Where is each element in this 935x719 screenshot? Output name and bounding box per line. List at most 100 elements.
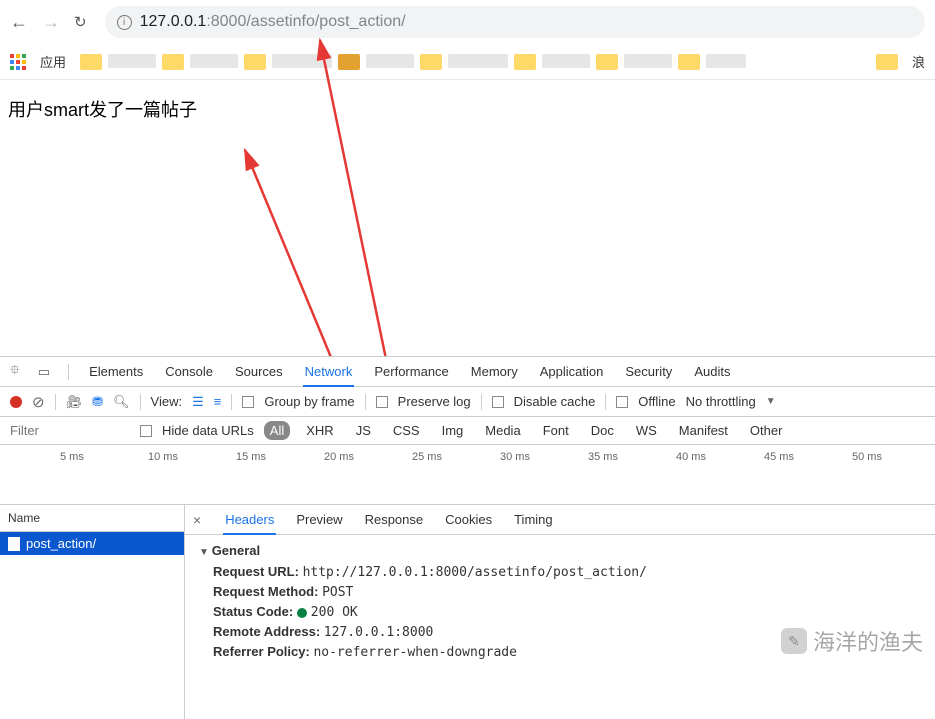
hide-data-urls-checkbox[interactable] <box>140 425 152 437</box>
bookmark-folder[interactable] <box>678 54 700 70</box>
filter-type-ws[interactable]: WS <box>630 421 663 440</box>
url-path: /assetinfo/post_action/ <box>246 13 405 30</box>
group-by-frame-checkbox[interactable] <box>242 396 254 408</box>
tab-sources[interactable]: Sources <box>233 358 285 385</box>
bookmark-item[interactable] <box>108 54 156 68</box>
status-code-label: Status Code: <box>213 604 293 619</box>
bookmark-item[interactable] <box>624 54 672 68</box>
network-filter-row: Hide data URLs All XHR JS CSS Img Media … <box>0 417 935 445</box>
tab-console[interactable]: Console <box>163 358 215 385</box>
bookmark-folder[interactable] <box>514 54 536 70</box>
back-button[interactable]: ← <box>10 12 28 33</box>
filter-type-font[interactable]: Font <box>537 421 575 440</box>
bookmark-item[interactable] <box>542 54 590 68</box>
reload-button[interactable]: ↻ <box>74 13 87 31</box>
detail-tab-headers[interactable]: Headers <box>223 506 276 535</box>
bookmark-folder[interactable] <box>420 54 442 70</box>
url-text: 127.0.0.1:8000/assetinfo/post_action/ <box>140 13 406 31</box>
bookmark-item[interactable] <box>366 54 414 68</box>
tab-performance[interactable]: Performance <box>372 358 450 385</box>
timeline-tick: 5 ms <box>60 451 84 463</box>
group-by-frame-label: Group by frame <box>264 394 354 409</box>
bookmark-folder[interactable] <box>80 54 102 70</box>
tab-application[interactable]: Application <box>538 358 606 385</box>
filter-type-img[interactable]: Img <box>436 421 470 440</box>
offline-label: Offline <box>638 394 675 409</box>
apps-label[interactable]: 应用 <box>40 52 66 71</box>
detail-tab-cookies[interactable]: Cookies <box>443 506 494 533</box>
filter-type-doc[interactable]: Doc <box>585 421 620 440</box>
filter-type-js[interactable]: JS <box>350 421 377 440</box>
timeline-tick: 25 ms <box>412 451 442 463</box>
detail-tab-timing[interactable]: Timing <box>512 506 555 533</box>
record-button[interactable] <box>10 396 22 408</box>
clear-button[interactable]: ⊘ <box>32 393 45 411</box>
filter-type-css[interactable]: CSS <box>387 421 426 440</box>
close-detail-icon[interactable]: × <box>193 512 201 528</box>
filter-type-media[interactable]: Media <box>479 421 526 440</box>
throttling-caret-icon[interactable]: ▼ <box>766 396 776 407</box>
forward-button[interactable]: → <box>42 12 60 33</box>
bookmark-item[interactable] <box>272 54 332 68</box>
apps-icon[interactable] <box>10 54 26 70</box>
filter-type-xhr[interactable]: XHR <box>300 421 339 440</box>
large-rows-icon[interactable]: ☰ <box>192 394 204 410</box>
preserve-log-label: Preserve log <box>398 394 471 409</box>
bookmark-item[interactable] <box>448 54 508 68</box>
preserve-log-checkbox[interactable] <box>376 396 388 408</box>
disable-cache-label: Disable cache <box>514 394 596 409</box>
bookmark-folder[interactable] <box>338 54 360 70</box>
waterfall-icon[interactable]: ≡ <box>214 394 222 409</box>
general-title[interactable]: General <box>199 543 921 558</box>
disable-cache-checkbox[interactable] <box>492 396 504 408</box>
site-info-icon[interactable]: i <box>117 15 132 30</box>
request-list: Name post_action/ <box>0 505 185 719</box>
request-row[interactable]: post_action/ <box>0 532 184 555</box>
address-bar[interactable]: i 127.0.0.1:8000/assetinfo/post_action/ <box>105 6 925 38</box>
bookmark-last[interactable]: 浪 <box>912 52 925 71</box>
remote-address-label: Remote Address: <box>213 624 320 639</box>
tab-security[interactable]: Security <box>623 358 674 385</box>
timeline-tick: 45 ms <box>764 451 794 463</box>
network-timeline[interactable]: 5 ms 10 ms 15 ms 20 ms 25 ms 30 ms 35 ms… <box>0 445 935 505</box>
detail-tab-preview[interactable]: Preview <box>294 506 344 533</box>
offline-checkbox[interactable] <box>616 396 628 408</box>
status-dot-icon <box>297 608 307 618</box>
watermark-icon: ✎ <box>781 628 807 654</box>
request-name: post_action/ <box>26 536 96 551</box>
bookmark-folder[interactable] <box>596 54 618 70</box>
tab-network[interactable]: Network <box>303 358 355 387</box>
view-label: View: <box>151 394 183 409</box>
filter-type-other[interactable]: Other <box>744 421 789 440</box>
detail-tab-response[interactable]: Response <box>363 506 426 533</box>
timeline-tick: 20 ms <box>324 451 354 463</box>
device-toggle-icon[interactable]: ▭ <box>38 364 50 380</box>
page-body-text: 用户smart发了一篇帖子 <box>0 80 935 138</box>
bookmark-item[interactable] <box>706 54 746 68</box>
list-header-name[interactable]: Name <box>0 505 184 532</box>
url-host: 127.0.0.1 <box>140 13 207 30</box>
tab-audits[interactable]: Audits <box>692 358 732 385</box>
inspect-icon[interactable]: ⯐ <box>10 361 20 383</box>
search-icon[interactable]: 🔍︎ <box>113 394 130 410</box>
filter-type-all[interactable]: All <box>264 421 290 440</box>
filter-type-manifest[interactable]: Manifest <box>673 421 734 440</box>
status-code-value: 200 OK <box>311 605 358 620</box>
remote-address-value: 127.0.0.1:8000 <box>324 625 434 640</box>
tab-memory[interactable]: Memory <box>469 358 520 385</box>
referrer-policy-label: Referrer Policy: <box>213 644 310 659</box>
bookmark-folder[interactable] <box>162 54 184 70</box>
bookmark-item[interactable] <box>190 54 238 68</box>
tab-elements[interactable]: Elements <box>87 358 145 385</box>
bookmark-folder[interactable] <box>876 54 898 70</box>
watermark: ✎ 海洋的渔夫 <box>781 625 923 657</box>
timeline-tick: 10 ms <box>148 451 178 463</box>
timeline-tick: 15 ms <box>236 451 266 463</box>
screenshot-icon[interactable]: 🎥︎ <box>66 394 83 410</box>
filter-input[interactable] <box>10 423 130 438</box>
throttling-select[interactable]: No throttling <box>686 394 756 409</box>
network-toolbar: ⊘ 🎥︎ ⛃ 🔍︎ View: ☰ ≡ Group by frame Prese… <box>0 387 935 417</box>
timeline-tick: 40 ms <box>676 451 706 463</box>
bookmark-folder[interactable] <box>244 54 266 70</box>
filter-toggle-icon[interactable]: ⛃ <box>92 394 103 410</box>
